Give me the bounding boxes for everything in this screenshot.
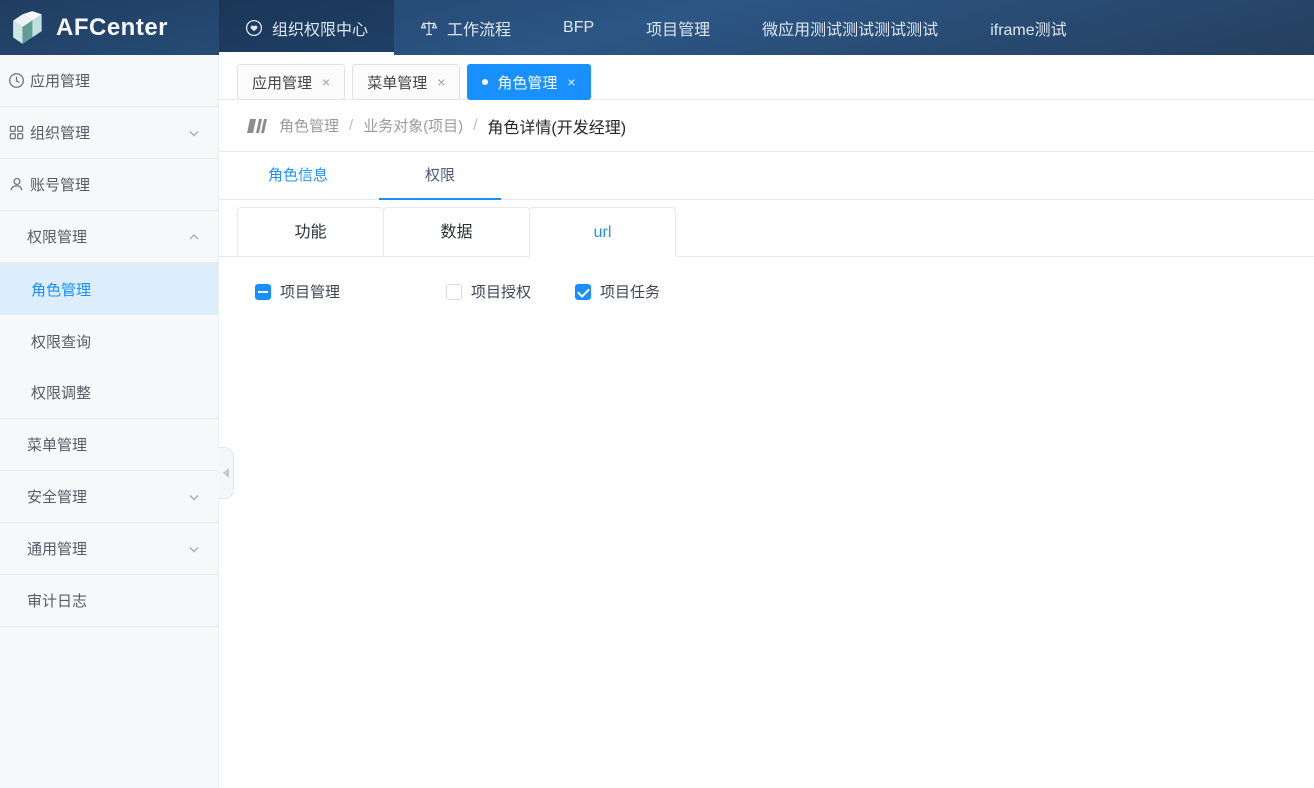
sidebar-item-permission-management[interactable]: 权限管理 — [0, 211, 218, 263]
breadcrumb-separator: / — [349, 117, 353, 134]
checkbox-label[interactable]: 项目管理 — [280, 281, 340, 302]
page-tab-label: 角色管理 — [497, 72, 557, 93]
scale-icon — [420, 19, 438, 37]
nav-item-label: 组织权限中心 — [272, 16, 368, 40]
tab-label: 角色信息 — [268, 167, 328, 184]
top-bar: AFCenter 组织权限中心 工作流程 — [0, 0, 1314, 55]
checkbox-unchecked[interactable] — [446, 284, 462, 300]
heart-circle-icon — [245, 19, 263, 37]
sidebar-item-permission-adjust[interactable]: 权限调整 — [0, 367, 218, 419]
close-icon[interactable]: × — [437, 75, 445, 89]
breadcrumb-item-role-detail: 角色详情(开发经理) — [487, 114, 626, 138]
tab-label: 权限 — [425, 167, 455, 184]
tab-url[interactable]: url — [529, 207, 676, 257]
nav-item-org-permission-center[interactable]: 组织权限中心 — [219, 0, 394, 55]
page-tab-label: 应用管理 — [252, 72, 312, 93]
url-permission-list: 项目管理 项目授权 项目任务 — [219, 257, 1314, 302]
active-dot-icon — [482, 79, 488, 85]
sidebar-item-label: 权限管理 — [27, 226, 87, 247]
chevron-down-icon — [188, 491, 200, 503]
tab-permission[interactable]: 权限 — [379, 152, 501, 199]
page-tab-role-management[interactable]: 角色管理 × — [467, 64, 590, 100]
tab-label: 功能 — [294, 224, 326, 241]
sidebar: 应用管理 组织管理 — [0, 55, 219, 788]
chevron-up-icon — [188, 231, 200, 243]
brand-logo[interactable]: AFCenter — [0, 0, 219, 55]
sidebar-item-label: 权限查询 — [31, 331, 91, 352]
sidebar-item-permission-query[interactable]: 权限查询 — [0, 315, 218, 367]
tab-label: url — [594, 224, 612, 241]
nav-item-label: 工作流程 — [447, 16, 511, 40]
collapse-arrow-icon — [223, 468, 229, 478]
nav-item-iframe-test[interactable]: iframe测试 — [964, 0, 1092, 55]
top-navigation: 组织权限中心 工作流程 BFP 项目管理 微应用测试测试测试测试 — [219, 0, 1093, 55]
breadcrumb-item-business-object[interactable]: 业务对象(项目) — [363, 115, 463, 136]
nav-item-label: iframe测试 — [990, 16, 1066, 40]
sidebar-item-label: 账号管理 — [30, 174, 90, 195]
tab-function[interactable]: 功能 — [237, 207, 384, 257]
tab-data[interactable]: 数据 — [383, 207, 530, 257]
app-window: AFCenter 组织权限中心 工作流程 — [0, 0, 1314, 788]
main-content: 应用管理 × 菜单管理 × 角色管理 × — [219, 55, 1314, 788]
permission-item-project-authorization: 项目授权 — [446, 281, 531, 302]
close-icon[interactable]: × — [322, 75, 330, 89]
role-detail-tabs: 角色信息 权限 — [219, 152, 1314, 200]
permission-item-project-task: 项目任务 — [575, 281, 660, 302]
sidebar-item-label: 安全管理 — [27, 486, 87, 507]
sidebar-item-menu-management[interactable]: 菜单管理 — [0, 419, 218, 471]
tab-label: 数据 — [440, 224, 472, 241]
sidebar-item-app-management[interactable]: 应用管理 — [0, 55, 218, 107]
open-page-tabstrip: 应用管理 × 菜单管理 × 角色管理 × — [219, 55, 1314, 100]
breadcrumb-separator: / — [473, 117, 477, 134]
clock-icon — [8, 72, 25, 89]
checkbox-label[interactable]: 项目任务 — [600, 281, 660, 302]
nav-item-bfp[interactable]: BFP — [537, 0, 620, 55]
breadcrumb: 角色管理 / 业务对象(项目) / 角色详情(开发经理) — [219, 100, 1314, 152]
nav-item-microapp-test[interactable]: 微应用测试测试测试测试 — [736, 0, 964, 55]
sidebar-item-label: 组织管理 — [30, 122, 90, 143]
org-icon — [8, 124, 25, 141]
nav-item-label: 项目管理 — [646, 16, 710, 40]
nav-item-label: BFP — [563, 19, 594, 37]
page-tab-app-management[interactable]: 应用管理 × — [237, 64, 345, 100]
breadcrumb-item-role-management[interactable]: 角色管理 — [279, 115, 339, 136]
nav-item-workflow[interactable]: 工作流程 — [394, 0, 537, 55]
page-tab-menu-management[interactable]: 菜单管理 × — [352, 64, 460, 100]
tab-role-info[interactable]: 角色信息 — [237, 152, 359, 199]
sidebar-item-label: 权限调整 — [31, 382, 91, 403]
chevron-down-icon — [188, 543, 200, 555]
sidebar-item-label: 菜单管理 — [27, 434, 87, 455]
sidebar-item-account-management[interactable]: 账号管理 — [0, 159, 218, 211]
checkbox-label[interactable]: 项目授权 — [471, 281, 531, 302]
close-icon[interactable]: × — [567, 75, 575, 89]
chevron-down-icon — [188, 127, 200, 139]
nav-item-project-management[interactable]: 项目管理 — [620, 0, 736, 55]
sidebar-collapse-handle[interactable] — [218, 447, 234, 499]
page-tab-label: 菜单管理 — [367, 72, 427, 93]
sidebar-item-general-management[interactable]: 通用管理 — [0, 523, 218, 575]
permission-type-tabs: 功能 数据 url — [219, 200, 1314, 257]
nav-item-label: 微应用测试测试测试测试 — [762, 16, 938, 40]
sidebar-item-label: 通用管理 — [27, 538, 87, 559]
checkbox-indeterminate[interactable] — [255, 284, 271, 300]
sidebar-item-organization-management[interactable]: 组织管理 — [0, 107, 218, 159]
checkbox-checked[interactable] — [575, 284, 591, 300]
user-icon — [8, 176, 25, 193]
sidebar-item-security-management[interactable]: 安全管理 — [0, 471, 218, 523]
sidebar-item-audit-log[interactable]: 审计日志 — [0, 575, 218, 627]
slashes-icon — [245, 118, 269, 134]
sidebar-item-role-management[interactable]: 角色管理 — [0, 263, 218, 315]
afcenter-logo-icon — [10, 10, 48, 46]
permission-item-project-management: 项目管理 — [255, 281, 340, 302]
brand-name: AFCenter — [56, 14, 168, 42]
sidebar-item-label: 应用管理 — [30, 70, 90, 91]
sidebar-item-label: 角色管理 — [31, 279, 91, 300]
sidebar-item-label: 审计日志 — [27, 590, 87, 611]
